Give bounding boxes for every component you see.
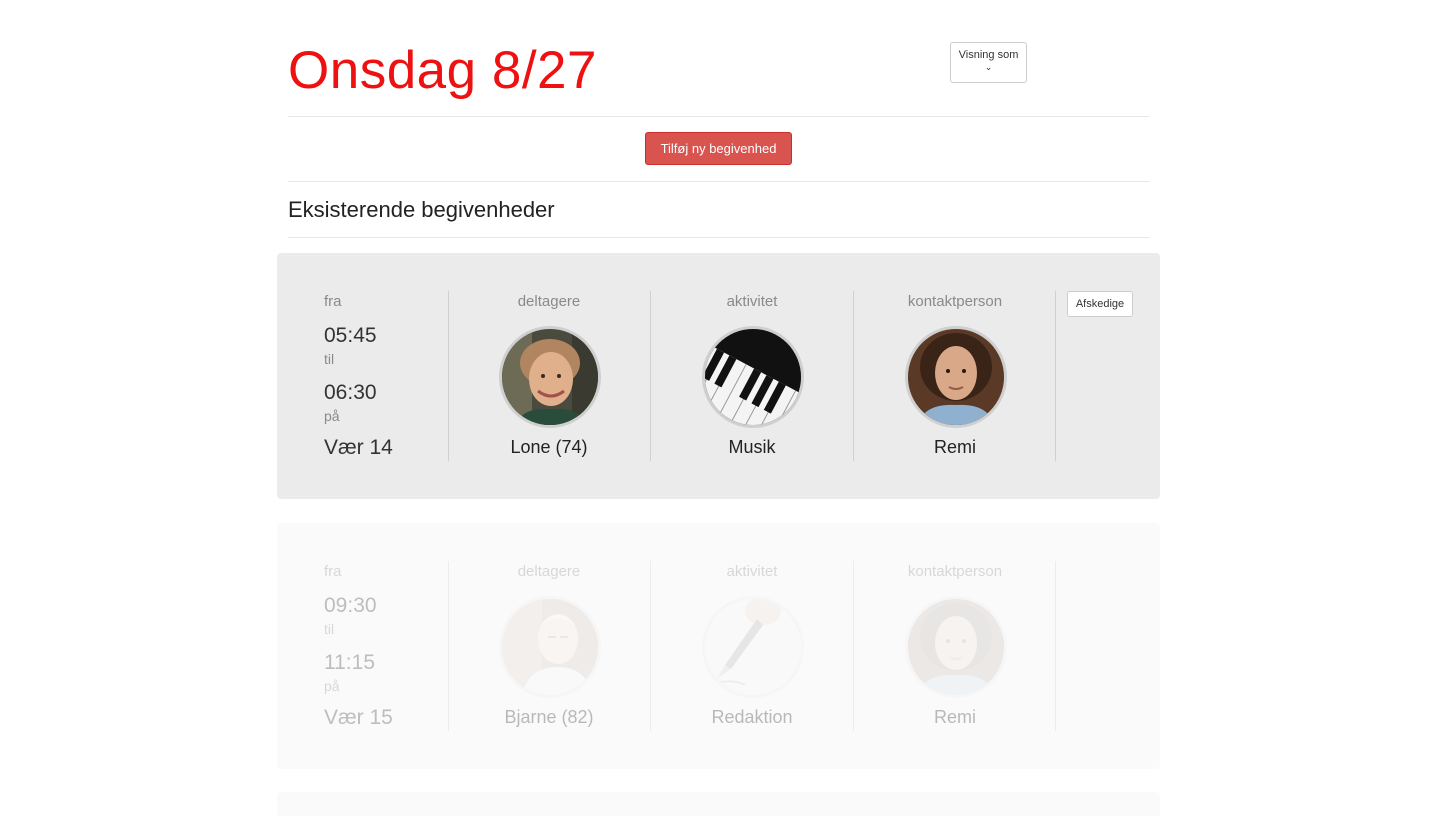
contact-label: kontaktperson — [907, 293, 1003, 310]
section-title: Eksisterende begivenheder — [288, 197, 555, 222]
view-as-label: Visning som — [958, 49, 1019, 61]
participants-label: deltagere — [517, 293, 581, 310]
activity-label: aktivitet — [726, 563, 778, 580]
to-time: 11:15 — [324, 651, 375, 674]
column-divider — [1055, 291, 1056, 461]
chevron-down-icon: ⌄ — [984, 62, 993, 72]
participant-avatar[interactable] — [499, 326, 601, 428]
participant-name: Bjarne (82) — [504, 707, 594, 727]
woman-portrait-icon — [908, 329, 1004, 425]
add-event-row: Tilføj ny begivenhed — [288, 117, 1149, 182]
activity-image[interactable] — [702, 326, 804, 428]
event-card — [277, 792, 1160, 816]
contact-column: kontaktperson Remi — [855, 291, 1055, 461]
participants-column: deltagere Lone (74) — [449, 291, 649, 461]
contact-avatar[interactable] — [905, 326, 1007, 428]
contact-column: kontaktperson Remi — [855, 561, 1055, 731]
woman-portrait-icon — [908, 599, 1004, 695]
view-as-dropdown[interactable]: Visning som ⌄ — [950, 42, 1027, 83]
piano-keys-icon — [705, 329, 801, 425]
column-divider — [650, 561, 651, 731]
add-event-button[interactable]: Tilføj ny begivenhed — [645, 132, 792, 165]
event-time-column: fra 09:30 til 11:15 på Vær 15 — [324, 561, 444, 731]
location-label: på — [324, 408, 340, 424]
event-card: fra 09:30 til 11:15 på Vær 15 deltagere … — [277, 523, 1160, 769]
woman-portrait-icon — [502, 329, 598, 425]
activity-column: aktivitet Redaktion — [652, 561, 852, 731]
section-header: Eksisterende begivenheder — [288, 182, 1149, 238]
participant-name: Lone (74) — [510, 437, 588, 457]
column-divider — [853, 291, 854, 461]
contact-name: Remi — [933, 707, 976, 727]
to-label: til — [324, 621, 335, 637]
to-label: til — [324, 351, 335, 367]
activity-name: Redaktion — [711, 707, 793, 727]
page-header: Onsdag 8/27 Visning som ⌄ — [288, 0, 1149, 117]
from-time: 09:30 — [324, 594, 377, 617]
column-divider — [1055, 561, 1056, 731]
contact-avatar[interactable] — [905, 596, 1007, 698]
activity-column: aktivitet Musik — [652, 291, 852, 461]
page-title: Onsdag 8/27 — [288, 41, 598, 100]
column-divider — [650, 291, 651, 461]
from-label: fra — [324, 293, 342, 310]
participant-avatar[interactable] — [499, 596, 601, 698]
room: Vær 14 — [324, 436, 393, 459]
activity-name: Musik — [728, 437, 776, 457]
location-label: på — [324, 678, 340, 694]
activity-image[interactable] — [702, 596, 804, 698]
from-time: 05:45 — [324, 324, 377, 347]
event-card: fra 05:45 til 06:30 på Vær 14 deltagere … — [277, 253, 1160, 499]
contact-name: Remi — [933, 437, 976, 457]
from-label: fra — [324, 563, 342, 580]
event-time-column: fra 05:45 til 06:30 på Vær 14 — [324, 291, 444, 461]
room: Vær 15 — [324, 706, 393, 729]
to-time: 06:30 — [324, 381, 377, 404]
dismiss-button[interactable]: Afskedige — [1067, 291, 1133, 317]
column-divider — [853, 561, 854, 731]
man-portrait-icon — [502, 599, 598, 695]
participants-label: deltagere — [517, 563, 581, 580]
fountain-pen-icon — [705, 599, 801, 695]
main-container: Onsdag 8/27 Visning som ⌄ Tilføj ny begi… — [288, 0, 1149, 238]
activity-label: aktivitet — [726, 293, 778, 310]
participants-column: deltagere Bjarne (82) — [449, 561, 649, 731]
contact-label: kontaktperson — [907, 563, 1003, 580]
